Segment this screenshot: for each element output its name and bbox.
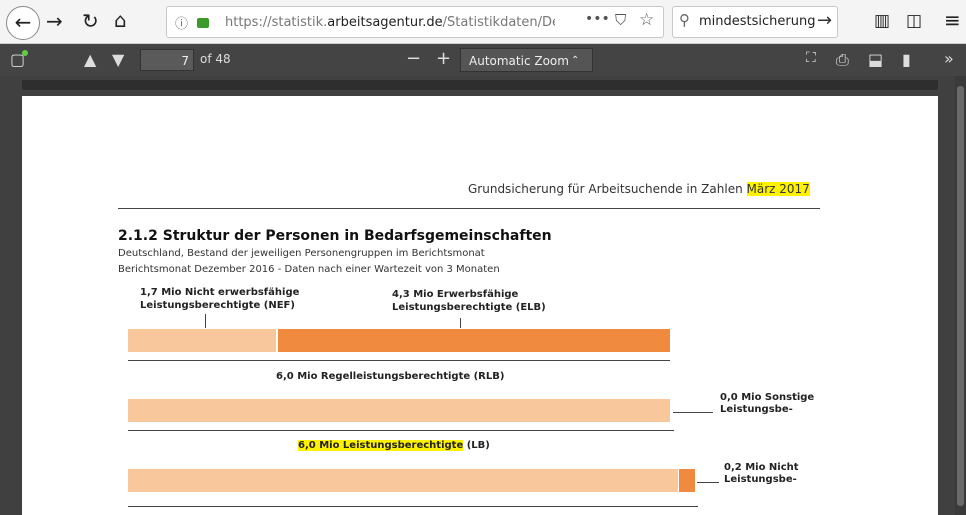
subtitle-1: Deutschland, Bestand der jeweiligen Pers…	[118, 248, 485, 259]
label-nicht-line2: Leistungsbe-	[724, 474, 797, 485]
download-icon[interactable]: ⬓	[868, 50, 883, 69]
header-rule	[118, 208, 820, 209]
bookmark-icon[interactable]: ▮	[902, 50, 911, 69]
search-text[interactable]: mindestsicherung	[699, 14, 815, 29]
search-bar[interactable]: ⚲ mindestsicherung →	[672, 6, 838, 38]
label-elb: 4,3 Mio Erwerbsfähige Leistungsberechtig…	[392, 288, 546, 314]
next-page-icon[interactable]: ▼	[112, 50, 124, 69]
bar-lb	[128, 469, 678, 492]
lock-icon	[197, 18, 209, 28]
bottom-bracket	[128, 506, 698, 507]
sidebar-icon[interactable]: ◫	[906, 11, 922, 31]
bar-nef	[128, 329, 276, 352]
label-elb-line1: 4,3 Mio Erwerbsfähige	[392, 289, 519, 300]
rlb-bracket	[128, 360, 670, 361]
header-text: Grundsicherung für Arbeitsuchende in Zah…	[468, 182, 747, 196]
header-date: März 2017	[746, 182, 810, 196]
label-elb-line2: Leistungsberechtigte (ELB)	[392, 302, 546, 313]
section-title: 2.1.2 Struktur der Personen in Bedarfsge…	[118, 228, 552, 244]
browser-navbar: ← → ↻ ⌂ ⓘ https://statistik.arbeitsagent…	[0, 0, 966, 44]
zoom-dropdown-icon: ⌃	[571, 55, 580, 66]
pdf-viewer: Grundsicherung für Arbeitsuchende in Zah…	[0, 76, 966, 515]
search-icon: ⚲	[679, 11, 690, 29]
nicht-leader	[697, 482, 719, 483]
zoom-out-icon[interactable]: −	[406, 48, 421, 69]
print-icon[interactable]: ⎙	[836, 50, 849, 70]
pocket-icon[interactable]: ⛉	[615, 11, 626, 29]
page-number-input[interactable]: 7	[140, 49, 194, 71]
notification-dot	[22, 50, 28, 56]
reload-button[interactable]: ↻	[82, 11, 99, 31]
menu-icon[interactable]: ≡	[944, 10, 961, 30]
pdf-page: Grundsicherung für Arbeitsuchende in Zah…	[22, 96, 938, 515]
label-nef-line1: 1,7 Mio Nicht erwerbsfähige	[140, 287, 300, 298]
zoom-in-icon[interactable]: +	[436, 48, 451, 69]
pdf-toolbar: ▢ ▲ ▼ 7 of 48 − + Automatic Zoom ⌃ ⛶ ⎙ ⬓…	[0, 44, 966, 76]
label-lb-main: 6,0 Mio Leistungsberechtigte	[298, 440, 464, 451]
scrollbar-thumb[interactable]	[957, 86, 964, 506]
info-icon[interactable]: ⓘ	[175, 13, 188, 32]
tools-icon[interactable]: »	[944, 49, 954, 68]
label-nicht-line1: 0,2 Mio Nicht	[724, 462, 799, 473]
previous-page-icon[interactable]: ▲	[84, 50, 96, 69]
bar-elb	[278, 329, 670, 352]
label-sonstige-line2: Leistungsbe-	[720, 404, 793, 415]
home-button[interactable]: ⌂	[114, 10, 127, 30]
label-rlb: 6,0 Mio Regelleistungsberechtigte (RLB)	[276, 371, 505, 382]
library-icon[interactable]: ▥	[874, 11, 890, 31]
url-text[interactable]: https://statistik.arbeitsagentur.de/Stat…	[225, 15, 555, 30]
sonstige-leader	[673, 412, 713, 413]
nef-leader	[205, 314, 206, 328]
bookmark-star-icon[interactable]: ☆	[639, 10, 654, 30]
url-bar[interactable]: ⓘ https://statistik.arbeitsagentur.de/St…	[166, 6, 664, 38]
bar-rlb	[128, 399, 670, 422]
back-button[interactable]: ←	[6, 6, 40, 40]
zoom-value: Automatic Zoom	[469, 54, 569, 68]
lb-bracket	[128, 430, 674, 431]
presentation-mode-icon[interactable]: ⛶	[806, 50, 816, 66]
label-sonstige-line1: 0,0 Mio Sonstige	[720, 392, 815, 403]
subtitle-2: Berichtsmonat Dezember 2016 - Daten nach…	[118, 264, 500, 275]
label-nef: 1,7 Mio Nicht erwerbsfähige Leistungsber…	[140, 286, 299, 312]
bar-nicht	[679, 469, 695, 492]
page-top-border	[22, 80, 938, 90]
page-actions-icon[interactable]: •••	[585, 11, 610, 27]
scrollbar[interactable]	[955, 76, 966, 515]
page-count: of 48	[200, 52, 231, 66]
label-sonstige: 0,0 Mio Sonstige Leistungsbe-	[720, 392, 814, 416]
label-lb: 6,0 Mio Leistungsberechtigte (LB)	[298, 440, 490, 451]
elb-leader	[460, 318, 461, 328]
forward-button[interactable]: →	[46, 11, 63, 31]
label-nicht: 0,2 Mio Nicht Leistungsbe-	[724, 462, 799, 486]
label-lb-suffix: (LB)	[463, 440, 490, 451]
search-go-icon[interactable]: →	[817, 10, 832, 31]
page-header: Grundsicherung für Arbeitsuchende in Zah…	[468, 182, 810, 196]
label-nef-line2: Leistungsberechtigte (NEF)	[140, 300, 295, 311]
zoom-select[interactable]: Automatic Zoom ⌃	[460, 48, 593, 72]
